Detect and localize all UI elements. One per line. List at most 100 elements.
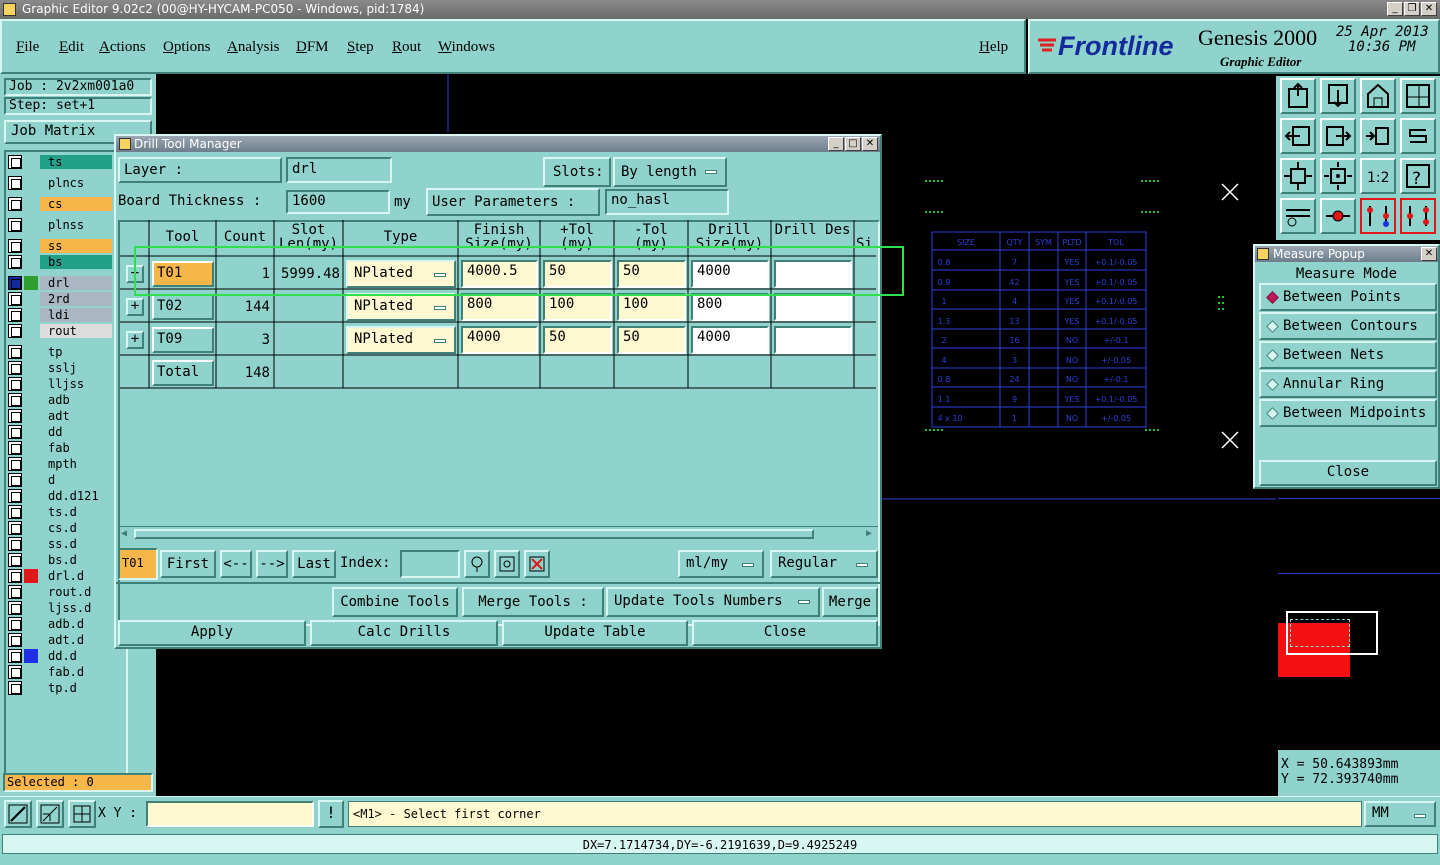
- minimize-icon[interactable]: _: [828, 137, 844, 151]
- board-thickness-input[interactable]: 1600: [286, 190, 390, 214]
- mode-between-nets[interactable]: Between Nets: [1259, 341, 1437, 369]
- layer-checkbox[interactable]: [8, 633, 22, 647]
- minimize-icon[interactable]: _: [1387, 2, 1403, 16]
- help-icon[interactable]: ?: [1400, 158, 1436, 194]
- menu-rout[interactable]: Rout: [392, 39, 421, 56]
- layer-row[interactable]: drl.d: [8, 569, 112, 584]
- layer-row[interactable]: plncs: [8, 176, 112, 191]
- net-compare-icon[interactable]: [1400, 198, 1436, 234]
- next-button[interactable]: -->: [256, 550, 288, 578]
- window-icon[interactable]: [1400, 78, 1436, 114]
- layer-row[interactable]: tp.d: [8, 681, 112, 696]
- layer-checkbox[interactable]: [8, 569, 22, 583]
- menu-help[interactable]: Help: [979, 39, 1008, 56]
- menu-actions[interactable]: Actions: [99, 39, 146, 56]
- show-tool-icon[interactable]: [494, 550, 520, 578]
- scroll-thumb[interactable]: [134, 529, 814, 539]
- layer-checkbox[interactable]: [8, 377, 22, 391]
- prev-button[interactable]: <--: [220, 550, 252, 578]
- restore-icon[interactable]: ❐: [1404, 2, 1420, 16]
- layer-row[interactable]: ts.d: [8, 505, 112, 520]
- layer-row[interactable]: fab: [8, 441, 112, 456]
- layer-row[interactable]: d: [8, 473, 112, 488]
- layer-checkbox[interactable]: [8, 473, 22, 487]
- tool-button[interactable]: T02: [152, 294, 214, 320]
- combine-tools-button[interactable]: Combine Tools: [332, 587, 458, 617]
- zoom-in-icon[interactable]: [1360, 118, 1396, 154]
- zoom-center-icon[interactable]: [1320, 158, 1356, 194]
- merge-button[interactable]: Merge: [822, 587, 878, 617]
- pan-right-icon[interactable]: [1320, 118, 1356, 154]
- menu-options[interactable]: Options: [163, 39, 211, 56]
- expand-row-icon[interactable]: +: [126, 298, 144, 316]
- layer-checkbox[interactable]: [8, 324, 22, 338]
- layer-row[interactable]: adt.d: [8, 633, 112, 648]
- menu-step[interactable]: Step: [347, 39, 374, 56]
- zoom-home-icon[interactable]: [1280, 78, 1316, 114]
- menu-file[interactable]: File: [16, 39, 39, 56]
- update-table-button[interactable]: Update Table: [502, 620, 688, 646]
- layer-checkbox[interactable]: [8, 409, 22, 423]
- layer-checkbox[interactable]: [8, 553, 22, 567]
- zoom-fit-icon[interactable]: [1280, 158, 1316, 194]
- unit-select[interactable]: MM: [1364, 801, 1436, 827]
- tool-button[interactable]: T09: [152, 327, 214, 353]
- layer-checkbox[interactable]: [8, 425, 22, 439]
- layer-checkbox[interactable]: [8, 155, 22, 169]
- layer-checkbox[interactable]: [8, 345, 22, 359]
- layer-checkbox[interactable]: [8, 393, 22, 407]
- close-icon[interactable]: ✕: [1421, 247, 1437, 261]
- units-select[interactable]: ml/my: [678, 550, 764, 578]
- layer-checkbox[interactable]: [8, 601, 22, 615]
- layer-checkbox[interactable]: [8, 239, 22, 253]
- line-tool-icon[interactable]: [4, 800, 32, 828]
- close-icon[interactable]: ✕: [1421, 2, 1437, 16]
- layer-row[interactable]: ldi: [8, 308, 112, 323]
- layer-checkbox[interactable]: [8, 505, 22, 519]
- minus-tol-input[interactable]: 100: [617, 293, 686, 321]
- layer-row[interactable]: plnss: [8, 218, 112, 233]
- net-icon[interactable]: [1360, 198, 1396, 234]
- menu-edit[interactable]: Edit: [59, 39, 84, 56]
- menu-dfm[interactable]: DFM: [296, 39, 329, 56]
- menu-windows[interactable]: Windows: [438, 39, 495, 56]
- house-icon[interactable]: [1360, 78, 1396, 114]
- user-parameters-button[interactable]: User Parameters :: [426, 188, 600, 216]
- measure-tool-icon[interactable]: [1280, 198, 1316, 234]
- maximize-icon[interactable]: □: [845, 137, 861, 151]
- finish-size-input[interactable]: 4000: [461, 326, 538, 354]
- slots-select[interactable]: By length: [613, 157, 727, 187]
- layer-checkbox[interactable]: [8, 308, 22, 322]
- layer-row[interactable]: bs.d: [8, 553, 112, 568]
- layer-checkbox[interactable]: [8, 361, 22, 375]
- layer-checkbox[interactable]: [8, 292, 22, 306]
- expand-row-icon[interactable]: +: [126, 331, 144, 349]
- type-select[interactable]: NPlated: [346, 293, 456, 321]
- first-button[interactable]: First: [160, 550, 216, 578]
- xy-input[interactable]: [146, 801, 314, 827]
- close-button[interactable]: Close: [692, 620, 878, 646]
- mode-between-midpoints[interactable]: Between Midpoints: [1259, 399, 1437, 427]
- minimap[interactable]: [1278, 498, 1440, 750]
- layer-checkbox[interactable]: [8, 218, 22, 232]
- layer-checkbox[interactable]: [8, 197, 22, 211]
- minus-tol-input[interactable]: 50: [617, 326, 686, 354]
- delete-tool-icon[interactable]: [524, 550, 550, 578]
- zoom-down-icon[interactable]: [1320, 78, 1356, 114]
- pan-left-icon[interactable]: [1280, 118, 1316, 154]
- layer-checkbox[interactable]: [8, 665, 22, 679]
- layer-row[interactable]: rout: [8, 324, 112, 339]
- layer-row[interactable]: adt: [8, 409, 112, 424]
- grid-tool-icon[interactable]: [68, 800, 96, 828]
- layer-row[interactable]: adb.d: [8, 617, 112, 632]
- layer-row[interactable]: rout.d: [8, 585, 112, 600]
- redraw-icon[interactable]: [1400, 118, 1436, 154]
- mode-annular-ring[interactable]: Annular Ring: [1259, 370, 1437, 398]
- mode-between-contours[interactable]: Between Contours: [1259, 312, 1437, 340]
- layer-checkbox[interactable]: [8, 457, 22, 471]
- plus-tol-input[interactable]: 50: [543, 326, 612, 354]
- layer-checkbox[interactable]: [8, 537, 22, 551]
- layer-row[interactable]: mpth: [8, 457, 112, 472]
- layer-checkbox[interactable]: [8, 276, 22, 290]
- locate-tool-icon[interactable]: [464, 550, 490, 578]
